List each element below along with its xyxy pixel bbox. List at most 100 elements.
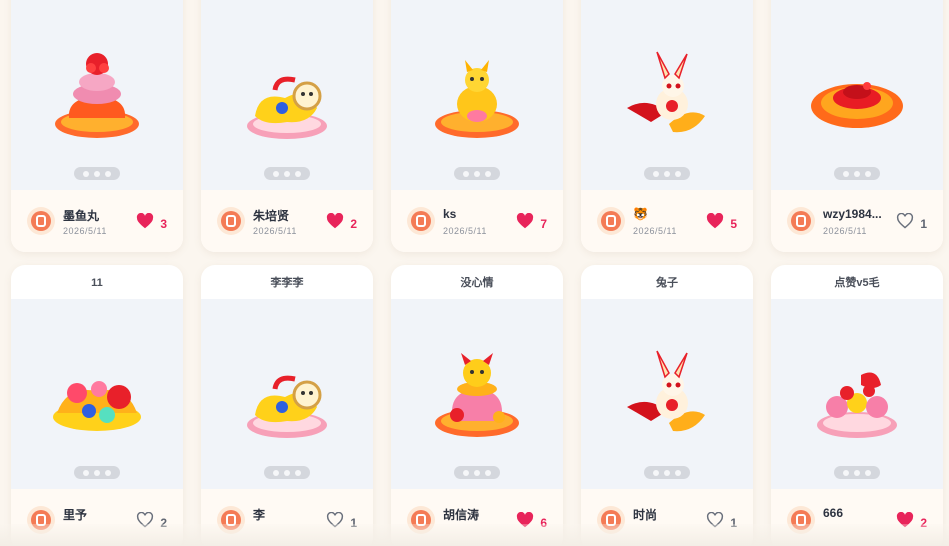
image-pager[interactable] bbox=[264, 466, 310, 479]
author-name[interactable]: 朱培贤 bbox=[253, 207, 289, 224]
artwork-card[interactable]: 兔子 时尚 1 bbox=[581, 265, 753, 546]
artwork-preview[interactable] bbox=[581, 299, 753, 489]
author-name[interactable]: 胡信涛 bbox=[443, 506, 479, 523]
pager-dot[interactable] bbox=[854, 469, 860, 476]
artwork-preview[interactable] bbox=[201, 0, 373, 190]
image-pager[interactable] bbox=[454, 167, 500, 180]
image-pager[interactable] bbox=[74, 167, 120, 180]
author-name[interactable]: 666 bbox=[823, 506, 843, 520]
image-pager[interactable] bbox=[834, 466, 880, 479]
author-name[interactable]: 李 bbox=[253, 506, 265, 523]
like-button[interactable]: 7 bbox=[516, 212, 547, 234]
artwork-card[interactable]: 没心情 胡信涛 6 bbox=[391, 265, 563, 546]
artwork-image[interactable] bbox=[47, 345, 147, 445]
pager-dot[interactable] bbox=[664, 469, 670, 476]
pager-dot[interactable] bbox=[653, 170, 659, 177]
avatar-badge-icon bbox=[601, 211, 621, 231]
heart-icon[interactable] bbox=[136, 212, 154, 234]
artwork-card[interactable]: 李李李李 1 bbox=[201, 265, 373, 546]
pager-dot[interactable] bbox=[865, 170, 871, 177]
pager-dot[interactable] bbox=[675, 469, 681, 476]
image-pager[interactable] bbox=[834, 167, 880, 180]
pager-dot[interactable] bbox=[83, 469, 89, 476]
author-name[interactable]: ks bbox=[443, 207, 456, 221]
artwork-image[interactable] bbox=[427, 345, 527, 445]
pager-dot[interactable] bbox=[485, 469, 491, 476]
author-name[interactable]: 墨鱼丸 bbox=[63, 207, 99, 224]
avatar[interactable] bbox=[597, 207, 625, 235]
pager-dot[interactable] bbox=[653, 469, 659, 476]
avatar[interactable] bbox=[787, 207, 815, 235]
image-pager[interactable] bbox=[644, 466, 690, 479]
pager-dot[interactable] bbox=[843, 170, 849, 177]
card-title: 兔子 bbox=[656, 277, 678, 289]
pager-dot[interactable] bbox=[94, 170, 100, 177]
heart-icon[interactable] bbox=[706, 212, 724, 234]
pager-dot[interactable] bbox=[295, 469, 301, 476]
pager-dot[interactable] bbox=[485, 170, 491, 177]
image-pager[interactable] bbox=[74, 466, 120, 479]
artwork-preview[interactable] bbox=[11, 0, 183, 190]
artwork-image[interactable] bbox=[427, 46, 527, 146]
artwork-preview[interactable] bbox=[11, 299, 183, 489]
artwork-preview[interactable] bbox=[581, 0, 753, 190]
artwork-image[interactable] bbox=[237, 345, 337, 445]
artwork-card[interactable]: 墨鱼丸 2026/5/11 3 bbox=[11, 0, 183, 252]
artwork-card[interactable]: ks 2026/5/11 7 bbox=[391, 0, 563, 252]
heart-icon[interactable] bbox=[516, 212, 534, 234]
pager-dot[interactable] bbox=[273, 469, 279, 476]
avatar[interactable] bbox=[407, 207, 435, 235]
like-button[interactable]: 3 bbox=[136, 212, 167, 234]
card-footer: 🐯 2026/5/11 5 bbox=[581, 190, 753, 252]
pager-dot[interactable] bbox=[474, 170, 480, 177]
artwork-card[interactable]: wzy1984... 2026/5/11 1 bbox=[771, 0, 943, 252]
artwork-preview[interactable] bbox=[771, 299, 943, 489]
author-name[interactable]: 时尚 bbox=[633, 506, 657, 523]
pager-dot[interactable] bbox=[295, 170, 301, 177]
image-pager[interactable] bbox=[644, 167, 690, 180]
pager-dot[interactable] bbox=[664, 170, 670, 177]
pager-dot[interactable] bbox=[474, 469, 480, 476]
avatar-badge-icon bbox=[31, 211, 51, 231]
pager-dot[interactable] bbox=[105, 469, 111, 476]
image-pager[interactable] bbox=[454, 466, 500, 479]
pager-dot[interactable] bbox=[854, 170, 860, 177]
heart-icon[interactable] bbox=[326, 212, 344, 234]
artwork-preview[interactable] bbox=[391, 0, 563, 190]
pager-dot[interactable] bbox=[865, 469, 871, 476]
artwork-image[interactable] bbox=[807, 46, 907, 146]
pager-dot[interactable] bbox=[105, 170, 111, 177]
pager-dot[interactable] bbox=[843, 469, 849, 476]
author-name[interactable]: wzy1984... bbox=[823, 207, 882, 221]
pager-dot[interactable] bbox=[463, 170, 469, 177]
like-button[interactable]: 1 bbox=[896, 212, 927, 234]
pager-dot[interactable] bbox=[284, 469, 290, 476]
artwork-image[interactable] bbox=[617, 345, 717, 445]
artwork-image[interactable] bbox=[237, 46, 337, 146]
artwork-preview[interactable] bbox=[771, 0, 943, 190]
like-button[interactable]: 5 bbox=[706, 212, 737, 234]
pager-dot[interactable] bbox=[83, 170, 89, 177]
pager-dot[interactable] bbox=[273, 170, 279, 177]
pager-dot[interactable] bbox=[675, 170, 681, 177]
artwork-preview[interactable] bbox=[391, 299, 563, 489]
artwork-image[interactable] bbox=[807, 345, 907, 445]
artwork-card[interactable]: 朱培贤 2026/5/11 2 bbox=[201, 0, 373, 252]
avatar[interactable] bbox=[27, 207, 55, 235]
image-pager[interactable] bbox=[264, 167, 310, 180]
author-name[interactable]: 里予 bbox=[63, 506, 87, 523]
card-footer: wzy1984... 2026/5/11 1 bbox=[771, 190, 943, 252]
pager-dot[interactable] bbox=[463, 469, 469, 476]
heart-icon[interactable] bbox=[896, 212, 914, 234]
artwork-card[interactable]: 点赞v5毛 666 2 bbox=[771, 265, 943, 546]
artwork-card[interactable]: 11 里予 2 bbox=[11, 265, 183, 546]
artwork-image[interactable] bbox=[617, 46, 717, 146]
pager-dot[interactable] bbox=[284, 170, 290, 177]
artwork-preview[interactable] bbox=[201, 299, 373, 489]
artwork-card[interactable]: 🐯 2026/5/11 5 bbox=[581, 0, 753, 252]
pager-dot[interactable] bbox=[94, 469, 100, 476]
artwork-image[interactable] bbox=[47, 46, 147, 146]
like-button[interactable]: 2 bbox=[326, 212, 357, 234]
avatar[interactable] bbox=[217, 207, 245, 235]
author-name[interactable]: 🐯 bbox=[633, 207, 648, 221]
